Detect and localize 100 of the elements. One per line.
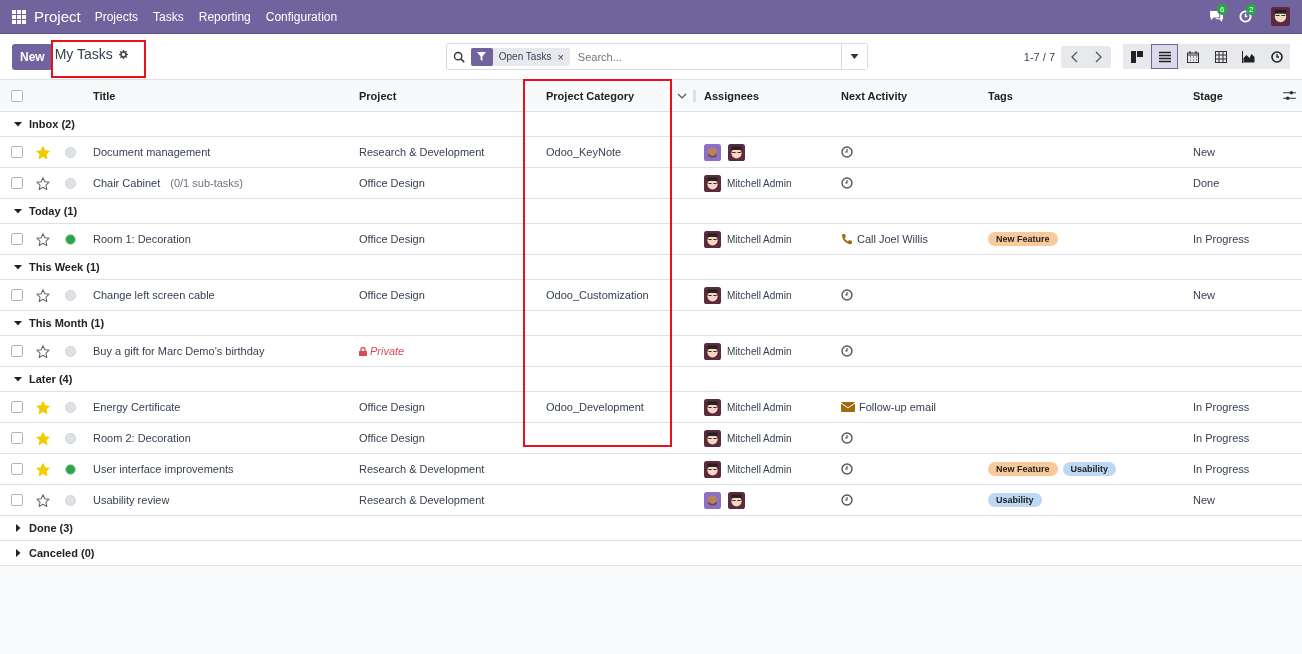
- select-all-checkbox[interactable]: [11, 89, 23, 102]
- avatar-icon[interactable]: [704, 230, 721, 248]
- clock-icon[interactable]: [841, 345, 853, 357]
- project-name: Office Design: [359, 432, 425, 444]
- clock-icon[interactable]: [841, 494, 853, 506]
- group-row[interactable]: Inbox (2): [0, 112, 1302, 137]
- task-title: Chair Cabinet: [93, 177, 161, 189]
- row-checkbox[interactable]: [11, 494, 23, 506]
- column-header[interactable]: Title: [85, 89, 351, 102]
- activity-summary[interactable]: Call Joel Willis: [857, 233, 928, 245]
- status-dot[interactable]: [64, 401, 76, 413]
- star-filled-icon[interactable]: [35, 462, 50, 476]
- group-row[interactable]: Later (4): [0, 367, 1302, 392]
- clock-icon[interactable]: [841, 463, 853, 475]
- group-label: Today (1): [29, 205, 78, 217]
- row-checkbox[interactable]: [11, 401, 23, 413]
- status-dot[interactable]: [64, 177, 76, 189]
- envelope-icon[interactable]: [841, 402, 855, 412]
- row-checkbox[interactable]: [11, 177, 23, 189]
- stage-value: In Progress: [1193, 432, 1250, 444]
- user-avatar[interactable]: [1271, 7, 1290, 26]
- star-filled-icon[interactable]: [35, 145, 50, 159]
- menu-item[interactable]: Tasks: [153, 9, 184, 24]
- app-name[interactable]: Project: [34, 8, 81, 25]
- project-name: Private: [370, 345, 405, 357]
- avatar-icon[interactable]: [704, 460, 721, 478]
- menu-item[interactable]: Configuration: [265, 9, 338, 24]
- lock-icon: [359, 346, 367, 356]
- row-checkbox[interactable]: [11, 289, 23, 301]
- star-outline-icon[interactable]: [35, 493, 50, 507]
- apps-grid-icon[interactable]: [12, 9, 26, 24]
- column-header[interactable]: Project Category: [546, 89, 635, 102]
- avatar-icon[interactable]: [704, 342, 721, 360]
- avatar-icon[interactable]: [704, 174, 721, 192]
- stage-value: Done: [1193, 177, 1220, 189]
- column-header[interactable]: Project: [351, 89, 538, 102]
- status-dot[interactable]: [64, 146, 76, 158]
- row-checkbox[interactable]: [11, 146, 23, 158]
- status-dot[interactable]: [64, 289, 76, 301]
- status-dot[interactable]: [64, 432, 76, 444]
- row-checkbox[interactable]: [11, 432, 23, 444]
- stage-value: In Progress: [1193, 401, 1250, 413]
- menu-item[interactable]: Reporting: [198, 9, 251, 24]
- phone-icon[interactable]: [841, 233, 853, 245]
- avatar-icon[interactable]: [704, 429, 721, 447]
- group-row[interactable]: Today (1): [0, 199, 1302, 224]
- group-row[interactable]: Done (3): [0, 516, 1302, 541]
- pager-value: 1-7 / 7: [1023, 50, 1055, 63]
- column-options-icon[interactable]: [1283, 90, 1296, 101]
- chevron-down-icon[interactable]: [677, 92, 687, 99]
- avatar-icon[interactable]: [704, 491, 721, 509]
- clock-icon[interactable]: [841, 289, 853, 301]
- kanban-icon: [1130, 50, 1143, 63]
- status-dot[interactable]: [64, 463, 76, 475]
- status-dot[interactable]: [64, 345, 76, 357]
- group-row[interactable]: Canceled (0): [0, 541, 1302, 566]
- assignee-name: Mitchell Admin: [727, 432, 792, 444]
- avatar-icon[interactable]: [704, 143, 721, 161]
- clock-icon[interactable]: [841, 432, 853, 444]
- settings-icon[interactable]: [118, 49, 128, 59]
- chevron-right-icon: [1094, 50, 1103, 63]
- clock-icon[interactable]: [841, 177, 853, 189]
- status-dot[interactable]: [64, 494, 76, 506]
- avatar-icon[interactable]: [728, 491, 745, 509]
- project-category: Odoo_KeyNote: [546, 146, 622, 158]
- tag-badge: Usability: [988, 493, 1042, 507]
- row-checkbox[interactable]: [11, 345, 23, 357]
- star-outline-icon[interactable]: [35, 344, 50, 358]
- task-title: User interface improvements: [93, 463, 234, 475]
- project-name: Office Design: [359, 233, 425, 245]
- assignee-name: Mitchell Admin: [727, 401, 792, 413]
- star-outline-icon[interactable]: [35, 288, 50, 302]
- avatar-icon[interactable]: [728, 143, 745, 161]
- activity-summary[interactable]: Follow-up email: [859, 401, 937, 413]
- star-filled-icon[interactable]: [35, 400, 50, 414]
- project-name: Research & Development: [359, 146, 485, 158]
- group-label: This Month (1): [29, 317, 105, 329]
- column-header[interactable]: Assignees: [696, 89, 833, 102]
- activity-count-badge: 2: [1246, 4, 1257, 15]
- group-row[interactable]: This Month (1): [0, 311, 1302, 336]
- menu-item[interactable]: Projects: [94, 9, 139, 24]
- column-header[interactable]: Stage: [1193, 89, 1223, 102]
- row-checkbox[interactable]: [11, 463, 23, 475]
- subtask-count: (0/1 sub-tasks): [170, 177, 243, 189]
- column-header[interactable]: Next Activity: [833, 89, 980, 102]
- breadcrumb-title: My Tasks: [54, 46, 113, 62]
- star-outline-icon[interactable]: [35, 232, 50, 246]
- group-row[interactable]: This Week (1): [0, 255, 1302, 280]
- task-title: Change left screen cable: [93, 289, 215, 301]
- column-header[interactable]: Tags: [980, 89, 1185, 102]
- star-outline-icon[interactable]: [35, 176, 50, 190]
- avatar-icon[interactable]: [704, 286, 721, 304]
- new-button[interactable]: New: [12, 43, 53, 70]
- row-checkbox[interactable]: [11, 233, 23, 245]
- status-dot[interactable]: [64, 233, 76, 245]
- star-filled-icon[interactable]: [35, 431, 50, 445]
- avatar-icon[interactable]: [704, 398, 721, 416]
- list-view-button[interactable]: [1151, 44, 1178, 69]
- tag-badge: Usability: [1062, 462, 1117, 476]
- clock-icon[interactable]: [841, 146, 853, 158]
